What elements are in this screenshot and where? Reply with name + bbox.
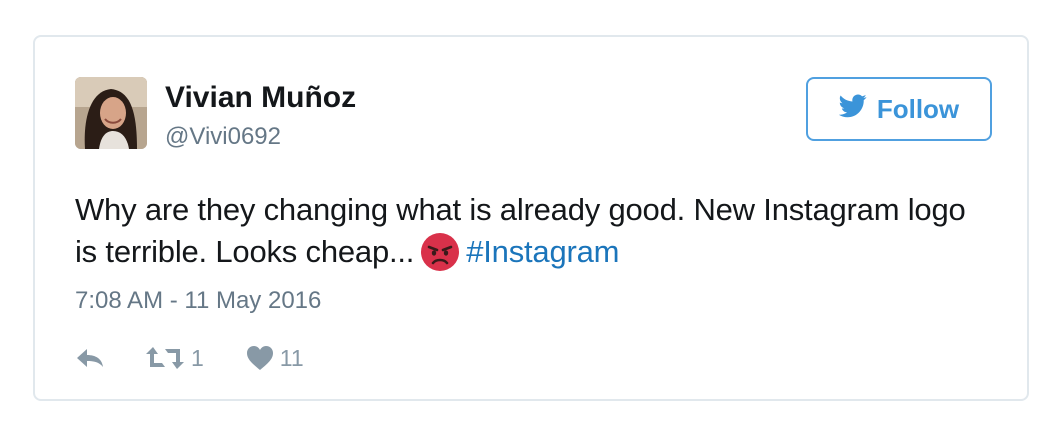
avatar[interactable] xyxy=(75,77,147,149)
retweet-button[interactable]: 1 xyxy=(145,344,204,372)
hashtag-link[interactable]: #Instagram xyxy=(466,234,619,269)
tweet-timestamp[interactable]: 7:08 AM - 11 May 2016 xyxy=(75,287,321,315)
like-button[interactable]: 11 xyxy=(246,344,304,372)
tweet-text: Why are they changing what is already go… xyxy=(75,189,975,276)
reply-icon xyxy=(75,346,105,370)
tweet-card: Vivian Muñoz @Vivi0692 Follow Why are th… xyxy=(33,35,1029,401)
like-count: 11 xyxy=(279,345,304,371)
retweet-icon xyxy=(145,345,185,371)
reply-button[interactable] xyxy=(75,346,105,370)
user-handle[interactable]: @Vivi0692 xyxy=(165,123,281,151)
retweet-count: 1 xyxy=(191,345,204,371)
heart-icon xyxy=(246,345,274,371)
twitter-bird-icon xyxy=(838,93,867,125)
angry-face-emoji-icon xyxy=(420,232,460,272)
tweet-actions: 1 11 xyxy=(75,343,304,373)
follow-button-label: Follow xyxy=(876,93,960,124)
user-name[interactable]: Vivian Muñoz xyxy=(165,81,356,115)
follow-button[interactable]: Follow xyxy=(806,77,992,141)
